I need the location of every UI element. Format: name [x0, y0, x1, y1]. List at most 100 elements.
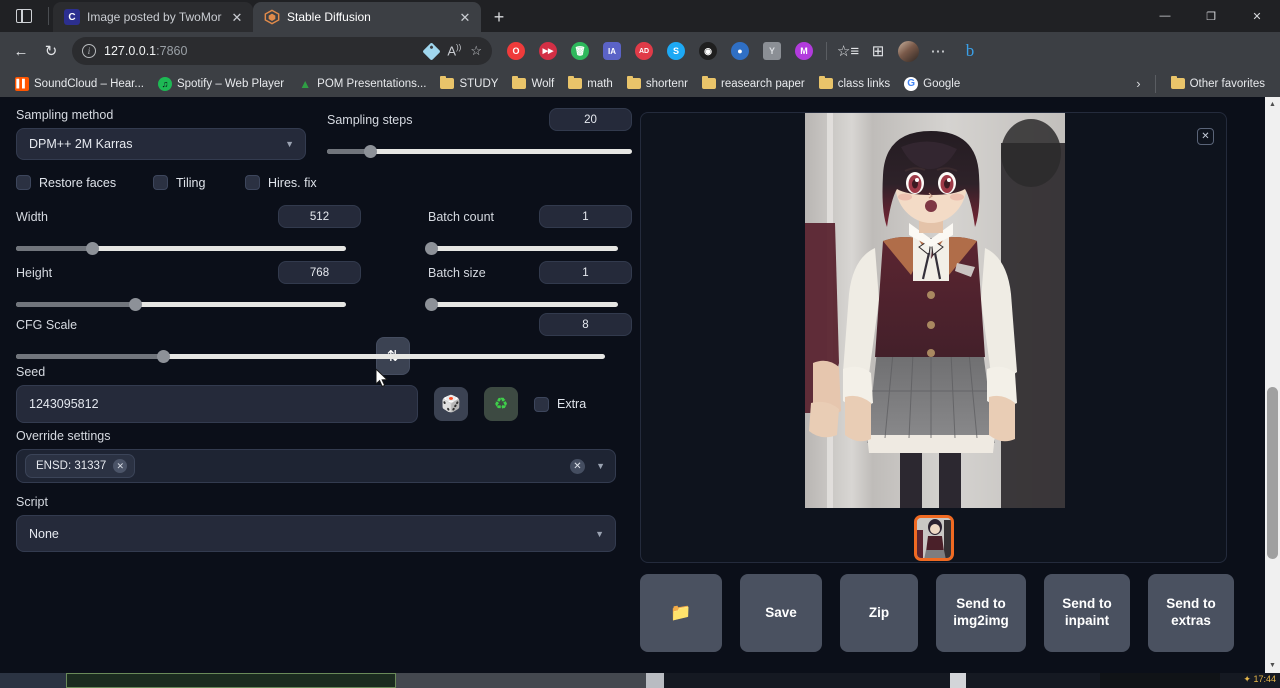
sampling-method-dropdown[interactable]: DPM++ 2M Karras ▼	[16, 128, 306, 160]
bookmark-pom-presentations[interactable]: ▲ POM Presentations...	[291, 74, 433, 94]
seed-input[interactable]: 1243095812	[16, 385, 418, 423]
tab-search-icon	[16, 9, 32, 23]
cfg-scale-value[interactable]: 8	[539, 313, 632, 336]
bookmark-google[interactable]: G Google	[897, 74, 967, 94]
thumbnail-strip	[641, 515, 1226, 561]
close-image-button[interactable]: ✕	[1197, 128, 1214, 145]
scrollbar-thumb[interactable]	[1267, 387, 1278, 559]
adblock-icon[interactable]: AD	[631, 38, 657, 64]
close-icon[interactable]: ✕	[457, 9, 473, 25]
settings-more-icon[interactable]: ⋯	[923, 36, 953, 66]
batch-count-group: Batch count 1	[428, 205, 632, 255]
script-dropdown[interactable]: None ▼	[16, 515, 616, 552]
browser-tab-reddit[interactable]: C Image posted by TwoMoreTimes ✕	[53, 2, 253, 32]
bookmarks-right: › Other favorites	[1130, 74, 1272, 94]
send-to-extras-button[interactable]: Send to extras	[1148, 574, 1234, 652]
random-seed-dice-button[interactable]: 🎲	[434, 387, 468, 421]
page-scrollbar[interactable]: ▲ ▼	[1265, 97, 1280, 673]
sampling-steps-value[interactable]: 20	[549, 108, 632, 131]
monkeytype-icon[interactable]: M	[791, 38, 817, 64]
opera-gx-icon[interactable]: O	[503, 38, 529, 64]
add-favorite-icon[interactable]: ☆	[470, 43, 482, 59]
bing-copilot-icon[interactable]: b	[957, 38, 983, 64]
collections-icon[interactable]: ⊞	[863, 36, 893, 66]
taskbar-clock: ✦ 17:44	[1243, 674, 1276, 685]
price-tag-icon[interactable]	[423, 42, 441, 60]
batch-count-slider[interactable]	[428, 241, 618, 255]
chevron-down-icon[interactable]: ▼	[596, 461, 605, 471]
minimize-button[interactable]: —	[1142, 0, 1188, 32]
bookmark-spotify[interactable]: ♫ Spotify – Web Player	[151, 74, 291, 94]
bookmark-math[interactable]: math	[561, 74, 620, 94]
browser-tab-stable-diffusion[interactable]: Stable Diffusion ✕	[253, 2, 481, 32]
profile-avatar[interactable]	[893, 36, 923, 66]
reuse-seed-recycle-button[interactable]: ♻	[484, 387, 518, 421]
address-bar[interactable]: i 127.0.0.1:7860 A)) ☆	[72, 37, 492, 65]
back-button[interactable]: ←	[6, 36, 36, 66]
generated-image[interactable]	[805, 113, 1065, 508]
image-result-container: ✕	[640, 112, 1227, 563]
tab-search-button[interactable]	[0, 0, 48, 32]
tiling-checkbox[interactable]: Tiling	[153, 175, 245, 190]
new-tab-button[interactable]: +	[485, 3, 513, 31]
override-settings-field[interactable]: ENSD: 31337 ✕ ✕ ▼	[16, 449, 616, 483]
other-favorites-button[interactable]: Other favorites	[1164, 74, 1272, 94]
bookmark-label: Wolf	[531, 78, 554, 90]
send-to-inpaint-button[interactable]: Send to inpaint	[1044, 574, 1130, 652]
address-text: 127.0.0.1:7860	[104, 44, 417, 58]
browser-titlebar: C Image posted by TwoMoreTimes ✕ Stable …	[0, 0, 1280, 32]
scroll-up-arrow[interactable]: ▲	[1265, 97, 1280, 112]
cfg-scale-slider[interactable]	[16, 349, 605, 363]
bookmark-research-paper[interactable]: reasearch paper	[695, 74, 812, 94]
hires-fix-checkbox[interactable]: Hires. fix	[245, 175, 317, 190]
override-tag-label: ENSD: 31337	[36, 460, 106, 472]
shazam-icon[interactable]: S	[663, 38, 689, 64]
batch-size-value[interactable]: 1	[539, 261, 632, 284]
location-icon[interactable]: ◉	[695, 38, 721, 64]
send-to-img2img-button[interactable]: Send to img2img	[936, 574, 1026, 652]
open-folder-button[interactable]: 📁	[640, 574, 722, 652]
height-value[interactable]: 768	[278, 261, 361, 284]
read-aloud-icon[interactable]: A))	[447, 43, 461, 58]
override-tag-ensd[interactable]: ENSD: 31337 ✕	[25, 454, 135, 478]
batch-count-value[interactable]: 1	[539, 205, 632, 228]
scroll-down-arrow[interactable]: ▼	[1265, 658, 1280, 673]
colorzilla-icon[interactable]: ●	[727, 38, 753, 64]
internet-archive-icon[interactable]: IA	[599, 38, 625, 64]
restore-faces-checkbox[interactable]: Restore faces	[16, 175, 153, 190]
result-thumbnail[interactable]	[914, 515, 954, 561]
bookmark-study[interactable]: STUDY	[433, 74, 505, 94]
site-info-icon[interactable]: i	[82, 44, 96, 58]
batch-size-slider[interactable]	[428, 297, 618, 311]
bookmark-class-links[interactable]: class links	[812, 74, 897, 94]
bookmarks-overflow-button[interactable]: ›	[1130, 74, 1146, 93]
sampling-steps-slider[interactable]	[327, 144, 632, 158]
trash-icon[interactable]: 🗑	[567, 38, 593, 64]
save-button[interactable]: Save	[740, 574, 822, 652]
zip-button[interactable]: Zip	[840, 574, 918, 652]
bookmark-shortenr[interactable]: shortenr	[620, 74, 695, 94]
bookmark-label: reasearch paper	[721, 78, 805, 90]
clear-all-icon[interactable]: ✕	[570, 459, 585, 474]
height-slider[interactable]	[16, 297, 346, 311]
bookmark-soundcloud[interactable]: ▌▌ SoundCloud – Hear...	[8, 74, 151, 94]
video-download-icon[interactable]: ▶▶	[535, 38, 561, 64]
extra-seed-checkbox[interactable]: Extra	[534, 397, 586, 412]
grammarly-icon[interactable]: Y	[759, 38, 785, 64]
address-actions: A)) ☆	[425, 43, 482, 59]
mouse-cursor	[376, 369, 388, 388]
override-settings-label: Override settings	[16, 429, 616, 443]
tab-title: Stable Diffusion	[287, 10, 450, 24]
reload-button[interactable]: ↻	[36, 36, 66, 66]
close-window-button[interactable]: ✕	[1234, 0, 1280, 32]
hires-fix-label: Hires. fix	[268, 176, 317, 190]
taskbar-segment-2	[66, 673, 396, 688]
width-slider[interactable]	[16, 241, 346, 255]
folder-icon	[440, 78, 454, 89]
maximize-button[interactable]: ❐	[1188, 0, 1234, 32]
remove-tag-icon[interactable]: ✕	[113, 459, 127, 473]
bookmark-wolf[interactable]: Wolf	[505, 74, 561, 94]
close-icon[interactable]: ✕	[229, 9, 245, 25]
favorites-icon[interactable]: ☆≡	[833, 36, 863, 66]
width-value[interactable]: 512	[278, 205, 361, 228]
